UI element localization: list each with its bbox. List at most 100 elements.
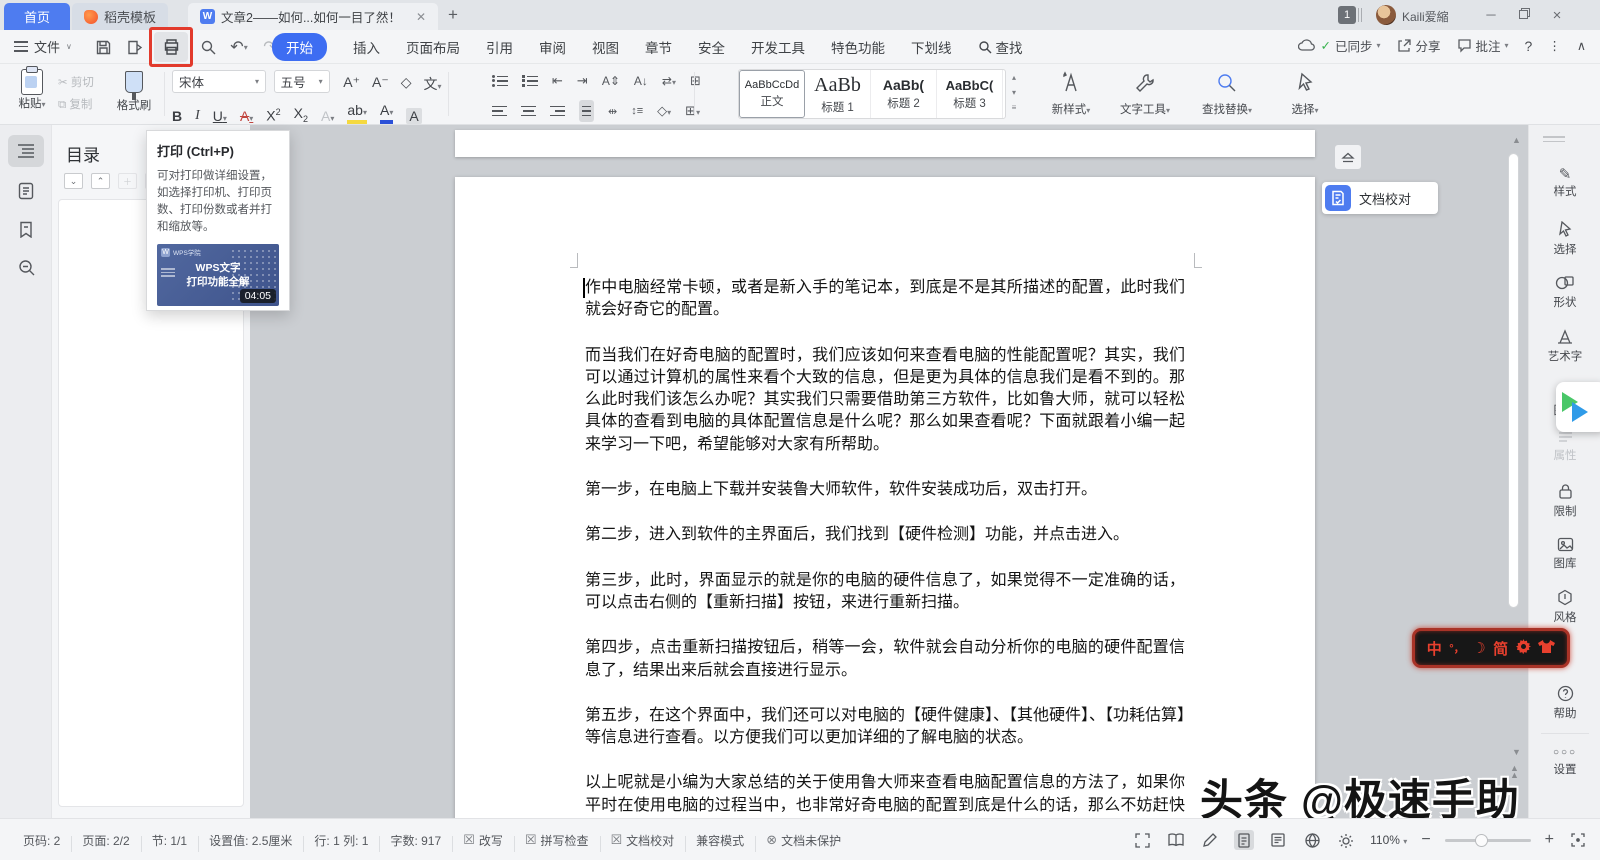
bold-button[interactable]: B [172, 108, 182, 124]
panel-item-help[interactable]: 帮助 [1529, 685, 1600, 721]
user-name[interactable]: Kaili爱縮 [1402, 8, 1449, 25]
bookmark-panel-icon[interactable] [8, 213, 44, 245]
panel-item-settings[interactable]: ○○○ 设置 [1529, 745, 1600, 777]
font-color-button[interactable]: A▾ [379, 103, 394, 124]
zoom-out-button[interactable]: − [1421, 831, 1430, 849]
distribute-icon[interactable]: ⇹ [608, 105, 617, 118]
phonetic-guide-button[interactable]: 文▾ [424, 74, 442, 94]
status-line-column[interactable]: 行: 1 列: 1 [303, 832, 379, 852]
paragraph[interactable]: 第一步，在电脑上下载并安装鲁大师软件，软件安装成功后，双击打开。 [585, 479, 1185, 501]
print-button[interactable] [149, 27, 193, 67]
grow-font-button[interactable]: A⁺ [343, 74, 360, 94]
scrollbar-up-arrow[interactable]: ▲ [1512, 135, 1521, 145]
new-style-button[interactable]: 新样式▾ [1036, 71, 1106, 117]
page-1-bottom[interactable] [455, 130, 1315, 157]
status-protection[interactable]: ⊗ 文档未保护 [755, 832, 852, 852]
copy-button[interactable]: ⧉ 复制 [58, 94, 94, 116]
proofread-floating-button[interactable]: 文档校对 [1322, 182, 1438, 214]
collapse-toolbar-button[interactable] [1335, 145, 1361, 169]
status-page-count[interactable]: 页面: 2/2 [71, 832, 140, 852]
tab-section[interactable]: 章节 [645, 37, 672, 57]
panel-item-restrict[interactable]: 限制 [1529, 483, 1600, 519]
line-spacing-icon[interactable]: ↕≡ [631, 105, 643, 117]
select-button[interactable]: 选择▾ [1270, 71, 1340, 117]
text-tool-button[interactable]: 文字工具▾ [1110, 71, 1180, 117]
zoom-slider[interactable] [1444, 833, 1531, 847]
show-marks-icon[interactable]: ⇄▾ [662, 74, 676, 88]
new-tab-button[interactable]: + [448, 5, 458, 25]
style-heading3[interactable]: AaBbC( 标题 3 [937, 70, 1003, 118]
sort-icon[interactable]: A↓ [634, 74, 648, 88]
shrink-font-button[interactable]: A⁻ [372, 74, 389, 94]
borders-icon[interactable]: ⊞▾ [685, 103, 700, 119]
tab-review[interactable]: 审阅 [539, 37, 566, 57]
fullscreen-view-icon[interactable] [1132, 830, 1152, 850]
subscript-button[interactable]: X2 [294, 105, 308, 124]
paste-button[interactable]: 粘贴▾ [12, 66, 52, 111]
char-shading-button[interactable]: A [406, 107, 422, 124]
document-text[interactable]: 作中电脑经常卡顿，或者是新入手的笔记本，到底是不是其所描述的配置，此时我们就会好… [585, 277, 1185, 818]
web-layout-icon[interactable] [1302, 830, 1322, 850]
close-window-button[interactable]: × [1544, 7, 1570, 24]
status-compat-mode[interactable]: 兼容模式 [685, 832, 755, 852]
save-button[interactable] [92, 36, 114, 58]
paragraph[interactable]: 第四步，点击重新扫描按钮后，稍等一会，软件就会自动分析你的电脑的硬件配置信息了，… [585, 637, 1185, 682]
paragraph[interactable]: 作中电脑经常卡顿，或者是新入手的笔记本，到底是不是其所描述的配置，此时我们就会好… [585, 277, 1185, 322]
clear-format-button[interactable]: ◇ [401, 74, 412, 94]
panel-item-wordart[interactable]: 艺术字 [1529, 329, 1600, 364]
collapse-ribbon-icon[interactable]: ∧ [1577, 38, 1586, 53]
tab-docer-templates[interactable]: 稻壳模板 [72, 3, 169, 30]
paragraph[interactable]: 第二步，进入到软件的主界面后，我们找到【硬件检测】功能，并点击进入。 [585, 524, 1185, 546]
ime-toolbar[interactable]: 中 °， ☽ 简 [1412, 628, 1570, 668]
outline-expand-button[interactable]: ⌄ [64, 173, 83, 189]
page-2[interactable]: 作中电脑经常卡顿，或者是新入手的笔记本，到底是不是其所描述的配置，此时我们就会好… [455, 177, 1315, 818]
bullet-list-icon[interactable] [492, 73, 508, 90]
window-list-icon[interactable] [1358, 8, 1362, 22]
italic-button[interactable]: I [195, 108, 200, 124]
more-options-icon[interactable]: ⋮ [1548, 38, 1561, 53]
status-overwrite-toggle[interactable]: ☒ 改写 [452, 832, 514, 852]
status-spellcheck-toggle[interactable]: ☒ 拼写检查 [513, 832, 600, 852]
style-heading1[interactable]: AaBb 标题 1 [805, 70, 871, 118]
comment-button[interactable]: 批注 ▾ [1457, 36, 1509, 55]
strikethrough-button[interactable]: A▾ [240, 108, 253, 124]
style-normal[interactable]: AaBbCcDd 正文 [739, 70, 805, 118]
zoom-value[interactable]: 110% ▾ [1370, 833, 1407, 847]
page-view-icon[interactable] [1234, 830, 1255, 850]
tab-dev-tools[interactable]: 开发工具 [751, 37, 805, 57]
highlight-color-button[interactable]: ab▾ [347, 103, 367, 124]
zoom-slider-handle[interactable] [1474, 833, 1488, 847]
align-center-icon[interactable] [521, 103, 536, 120]
paragraph[interactable]: 第三步，此时，界面显示的就是你的电脑的硬件信息了，如果觉得不一定准确的话，可以点… [585, 570, 1185, 615]
print-preview-button[interactable] [197, 36, 219, 58]
align-left-icon[interactable] [492, 103, 507, 120]
fit-page-icon[interactable] [1568, 830, 1588, 850]
read-layout-icon[interactable] [1166, 830, 1186, 850]
ime-simplified-toggle[interactable]: 简 [1493, 638, 1508, 659]
tab-start[interactable]: 开始 [272, 33, 327, 61]
paragraph[interactable]: 而当我们在好奇电脑的配置时，我们应该如何来查看电脑的性能配置呢？其实，我们可以通… [585, 345, 1185, 456]
panel-grip-icon[interactable] [1543, 133, 1565, 145]
restore-button[interactable] [1510, 7, 1536, 22]
font-size-select[interactable]: 五号 ▾ [273, 70, 330, 93]
ime-mode-chinese[interactable]: 中 [1427, 638, 1442, 659]
font-family-select[interactable]: 宋体 ▾ [172, 70, 266, 93]
ime-fullwidth-icon[interactable]: ☽ [1472, 639, 1485, 657]
panel-item-style2[interactable]: 风格 [1529, 589, 1600, 625]
find-replace-button[interactable]: 查找替换▾ [1192, 71, 1262, 117]
outline-panel-icon[interactable] [8, 135, 44, 167]
file-menu-button[interactable]: 文件 ∨ [14, 37, 72, 56]
status-page-number[interactable]: 页码: 2 [12, 832, 71, 849]
export-button[interactable] [123, 36, 145, 58]
tooltip-video-thumbnail[interactable]: W WPS学院 WPS文字 打印功能全解 04:05 [157, 244, 279, 306]
tab-insert[interactable]: 插入 [353, 37, 380, 57]
undo-button[interactable]: ↶ ▾ [228, 36, 250, 58]
ink-mode-icon[interactable] [1200, 830, 1220, 850]
text-effects-button[interactable]: A▾ [321, 108, 334, 124]
increase-indent-icon[interactable]: ⇥ [577, 73, 588, 89]
floating-widget[interactable] [1556, 382, 1600, 432]
status-margin-value[interactable]: 设置值: 2.5厘米 [198, 832, 303, 852]
panel-item-styles[interactable]: ✎ 样式 [1529, 167, 1600, 199]
tab-home[interactable]: 首页 [4, 3, 70, 30]
status-proofread-toggle[interactable]: ☒ 文档校对 [599, 832, 686, 852]
